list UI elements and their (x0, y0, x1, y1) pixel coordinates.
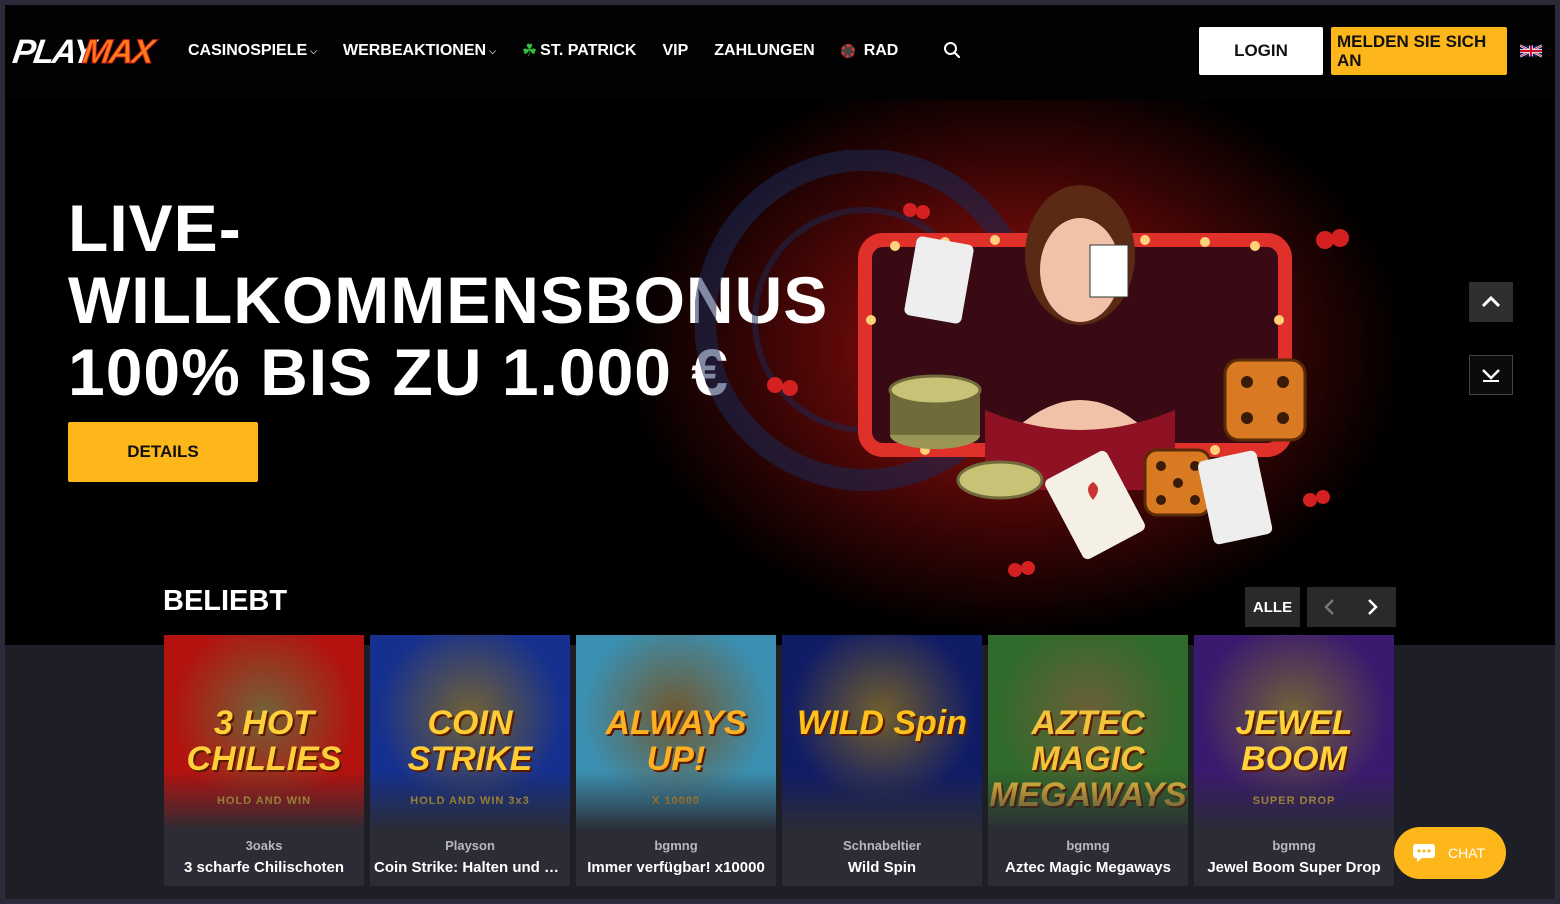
chevron-left-icon (1324, 599, 1334, 615)
nav-label: CASINOSPIELE (188, 42, 308, 59)
game-thumbnail: WILD Spin (782, 635, 982, 831)
chevron-up-icon (1481, 295, 1501, 308)
slide-next-button[interactable] (1469, 355, 1513, 395)
hero-banner: LIVE- WILLKOMMENSBONUS 100% BIS ZU 1.000… (5, 100, 1555, 645)
details-button[interactable]: DETAILS (68, 422, 258, 482)
nav-item-rad[interactable]: RAD (840, 42, 899, 60)
nav-item-casinospiele[interactable]: CASINOSPIELE ⌵ (188, 42, 317, 60)
thumb-fade (782, 771, 982, 831)
carousel-pager (1307, 587, 1396, 627)
carousel-prev-button[interactable] (1307, 587, 1351, 627)
app-frame: PLAY MAX CASINOSPIELE ⌵ WERBEAKTIONEN ⌵ … (5, 5, 1555, 899)
nav-item-vip[interactable]: VIP (662, 42, 688, 60)
game-title: Coin Strike: Halten und gewinnen (374, 859, 566, 876)
chevron-down-icon (1482, 369, 1500, 382)
game-title: 3 scharfe Chilischoten (183, 859, 345, 876)
view-all-button[interactable]: ALLE (1245, 587, 1300, 627)
nav-label: ZAHLUNGEN (714, 42, 815, 59)
game-provider: bgmng (654, 838, 698, 853)
main-nav: CASINOSPIELE ⌵ WERBEAKTIONEN ⌵ ☘ ST. PAT… (188, 40, 924, 62)
game-provider: 3oaks (245, 838, 283, 853)
nav-item-st-patrick[interactable]: ☘ ST. PATRICK (522, 41, 637, 61)
thumb-fade (370, 771, 570, 831)
game-card[interactable]: 3 HOT CHILLIESHOLD AND WIN 3oaks 3 scharfe… (164, 635, 364, 886)
game-provider: Schnabeltier (842, 838, 922, 853)
game-art-title: WILD Spin (797, 704, 967, 742)
game-card[interactable]: COIN STRIKEHOLD AND WIN 3x3 Playson Coin S… (370, 635, 570, 886)
game-card[interactable]: JEWEL BOOMSUPER DROP bgmng Jewel Boom Supe… (1194, 635, 1394, 886)
game-art-title: JEWEL BOOM (1235, 704, 1353, 778)
games-carousel: 3 HOT CHILLIESHOLD AND WIN 3oaks 3 scharfe… (164, 635, 1400, 886)
uk-flag-icon[interactable] (1520, 44, 1542, 58)
thumb-fade (1194, 771, 1394, 831)
thumb-fade (164, 771, 364, 831)
game-thumbnail: ALWAYS UP!X 10000 (576, 635, 776, 831)
game-title: Wild Spin (847, 859, 917, 876)
nav-label: WERBEAKTIONEN (342, 42, 487, 59)
nav-label: VIP (662, 42, 689, 59)
game-title: Immer verfügbar! x10000 (587, 859, 765, 876)
nav-item-zahlungen[interactable]: ZAHLUNGEN (714, 42, 814, 60)
chat-label: CHAT (1448, 845, 1486, 861)
search-icon[interactable] (943, 41, 961, 59)
game-provider: Playson (445, 838, 495, 853)
game-art-title: COIN STRIKE (407, 704, 533, 778)
hero-casino-illustration (695, 150, 1349, 577)
game-provider: bgmng (1272, 838, 1316, 853)
slide-prev-button[interactable] (1469, 282, 1513, 322)
section-title-popular: BELIEBT (163, 585, 288, 617)
game-title: Jewel Boom Super Drop (1207, 859, 1381, 876)
nav-item-werbeaktionen[interactable]: WERBEAKTIONEN ⌵ (343, 42, 496, 60)
game-provider: bgmng (1066, 838, 1110, 853)
nav-label: RAD (863, 42, 899, 59)
thumb-fade (576, 771, 776, 831)
chevron-down-icon: ⌵ (489, 45, 496, 56)
game-card[interactable]: ALWAYS UP!X 10000 bgmng Immer verfügbar! x… (576, 635, 776, 886)
thumb-fade (988, 771, 1188, 831)
game-card[interactable]: WILD Spin Schnabeltier Wild Spin (782, 635, 982, 886)
game-art-title: ALWAYS UP! (605, 704, 747, 778)
game-thumbnail: AZTEC MAGIC MEGAWAYS (988, 635, 1188, 831)
carousel-next-button[interactable] (1351, 587, 1395, 627)
game-thumbnail: COIN STRIKEHOLD AND WIN 3x3 (370, 635, 570, 831)
game-art-title: 3 HOT CHILLIES (186, 704, 342, 778)
signup-button[interactable]: MELDEN SIE SICH AN (1331, 27, 1507, 75)
chat-button[interactable]: CHAT (1394, 827, 1506, 879)
game-thumbnail: JEWEL BOOMSUPER DROP (1194, 635, 1394, 831)
game-thumbnail: 3 HOT CHILLIESHOLD AND WIN (164, 635, 364, 831)
shamrock-icon: ☘ (521, 41, 538, 60)
chevron-right-icon (1368, 599, 1378, 615)
wheel-icon (840, 44, 855, 58)
nav-label: ST. PATRICK (540, 42, 637, 59)
game-card[interactable]: AZTEC MAGIC MEGAWAYS bgmng Aztec Magic Meg… (988, 635, 1188, 886)
login-button[interactable]: LOGIN (1199, 27, 1323, 75)
chevron-down-icon: ⌵ (310, 45, 317, 56)
playmax-logo[interactable]: PLAY MAX (10, 33, 163, 73)
top-header: PLAY MAX CASINOSPIELE ⌵ WERBEAKTIONEN ⌵ … (5, 5, 1555, 100)
game-title: Aztec Magic Megaways (1005, 859, 1171, 876)
chat-bubble-icon (1413, 844, 1435, 862)
